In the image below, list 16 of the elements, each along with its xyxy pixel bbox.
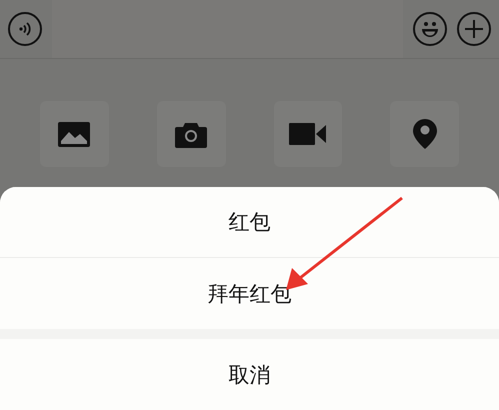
function-tile[interactable] [274,101,342,167]
location-pin-icon [412,118,438,150]
emoji-button[interactable] [413,12,447,46]
sheet-option[interactable]: 红包 [0,187,499,258]
function-tile[interactable] [156,101,226,167]
function-tile[interactable] [390,101,459,167]
voice-icon [17,21,33,37]
voice-button[interactable] [8,12,42,46]
function-tile[interactable] [40,101,109,167]
image-icon [57,120,92,148]
video-camera-icon [288,122,327,146]
camera-icon [174,120,208,148]
add-button[interactable] [457,12,491,46]
cancel-button[interactable]: 取消 [0,339,499,410]
plus-icon [464,19,484,39]
sheet-option[interactable]: 拜年红包 [0,258,499,329]
